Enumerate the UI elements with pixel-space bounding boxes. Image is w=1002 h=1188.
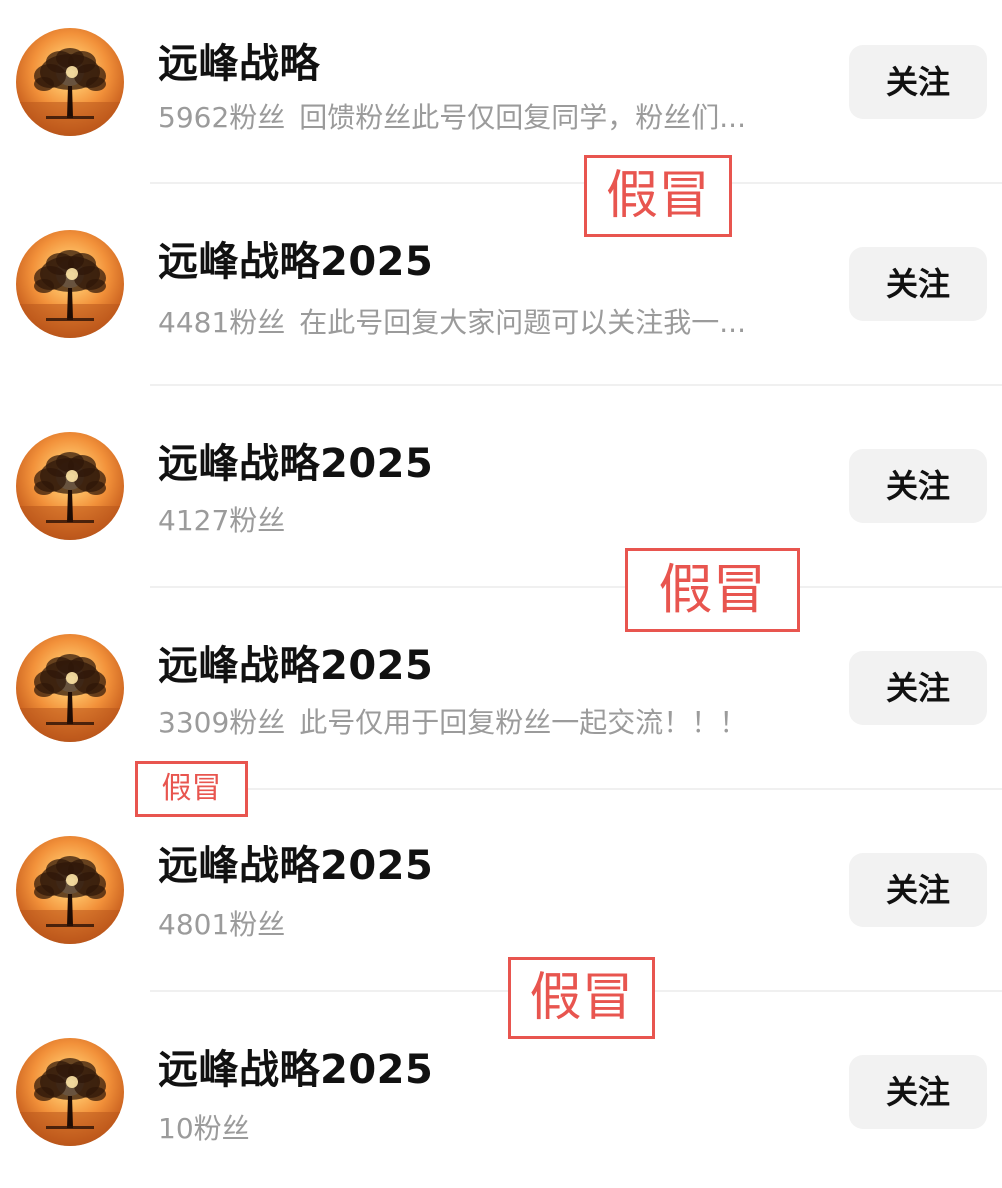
account-name: 远峰战略2025 bbox=[158, 441, 434, 487]
follow-button[interactable]: 关注 bbox=[849, 449, 987, 523]
follow-button[interactable]: 关注 bbox=[849, 247, 987, 321]
avatar-sunset-tree-icon[interactable] bbox=[16, 28, 124, 136]
fan-count: 4127粉丝 bbox=[158, 504, 286, 537]
list-item[interactable]: 远峰战略2025 4481粉丝 在此号回复大家问题可以关注我一... 关注 bbox=[0, 210, 1002, 360]
account-meta: 4801粉丝 bbox=[158, 908, 299, 942]
list-item[interactable]: 远峰战略2025 4127粉丝 关注 bbox=[0, 412, 1002, 562]
fake-annotation-stamp: 假冒 bbox=[584, 155, 732, 237]
account-name: 远峰战略2025 bbox=[158, 1047, 434, 1093]
fan-count: 4481粉丝 bbox=[158, 306, 286, 339]
account-description: 在此号回复大家问题可以关注我一... bbox=[299, 306, 746, 339]
account-description: 此号仅用于回复粉丝一起交流！！！ bbox=[299, 706, 748, 739]
account-meta: 4481粉丝 在此号回复大家问题可以关注我一... bbox=[158, 306, 746, 340]
fan-count: 10粉丝 bbox=[158, 1112, 250, 1145]
follow-button[interactable]: 关注 bbox=[849, 853, 987, 927]
divider bbox=[150, 384, 1002, 386]
account-name: 远峰战略 bbox=[158, 41, 320, 87]
avatar-sunset-tree-icon[interactable] bbox=[16, 432, 124, 540]
follow-button[interactable]: 关注 bbox=[849, 651, 987, 725]
avatar-sunset-tree-icon[interactable] bbox=[16, 1038, 124, 1146]
account-name: 远峰战略2025 bbox=[158, 239, 434, 285]
fake-annotation-stamp: 假冒 bbox=[625, 548, 800, 632]
avatar-sunset-tree-icon[interactable] bbox=[16, 634, 124, 742]
fan-count: 3309粉丝 bbox=[158, 706, 286, 739]
follow-button[interactable]: 关注 bbox=[849, 1055, 987, 1129]
account-meta: 5962粉丝 回馈粉丝此号仅回复同学，粉丝们... bbox=[158, 101, 746, 135]
divider bbox=[150, 586, 1002, 588]
fake-annotation-stamp: 假冒 bbox=[135, 761, 248, 817]
divider bbox=[150, 788, 1002, 790]
account-name: 远峰战略2025 bbox=[158, 843, 434, 889]
avatar-sunset-tree-icon[interactable] bbox=[16, 836, 124, 944]
account-meta: 4127粉丝 bbox=[158, 504, 299, 538]
fan-count: 4801粉丝 bbox=[158, 908, 286, 941]
list-item[interactable]: 远峰战略2025 3309粉丝 此号仅用于回复粉丝一起交流！！！ 关注 bbox=[0, 614, 1002, 764]
fake-annotation-stamp: 假冒 bbox=[508, 957, 655, 1039]
list-item[interactable]: 远峰战略2025 4801粉丝 关注 bbox=[0, 816, 1002, 966]
avatar-sunset-tree-icon[interactable] bbox=[16, 230, 124, 338]
list-item[interactable]: 远峰战略 5962粉丝 回馈粉丝此号仅回复同学，粉丝们... 关注 bbox=[0, 8, 1002, 158]
list-item[interactable]: 远峰战略2025 10粉丝 关注 bbox=[0, 1018, 1002, 1168]
account-list: 远峰战略 5962粉丝 回馈粉丝此号仅回复同学，粉丝们... 关注 远峰战略202… bbox=[0, 0, 1002, 1188]
account-name: 远峰战略2025 bbox=[158, 643, 434, 689]
account-description: 回馈粉丝此号仅回复同学，粉丝们... bbox=[299, 101, 746, 134]
account-meta: 10粉丝 bbox=[158, 1112, 264, 1146]
fan-count: 5962粉丝 bbox=[158, 101, 286, 134]
follow-button[interactable]: 关注 bbox=[849, 45, 987, 119]
divider bbox=[150, 182, 1002, 184]
account-meta: 3309粉丝 此号仅用于回复粉丝一起交流！！！ bbox=[158, 706, 747, 740]
